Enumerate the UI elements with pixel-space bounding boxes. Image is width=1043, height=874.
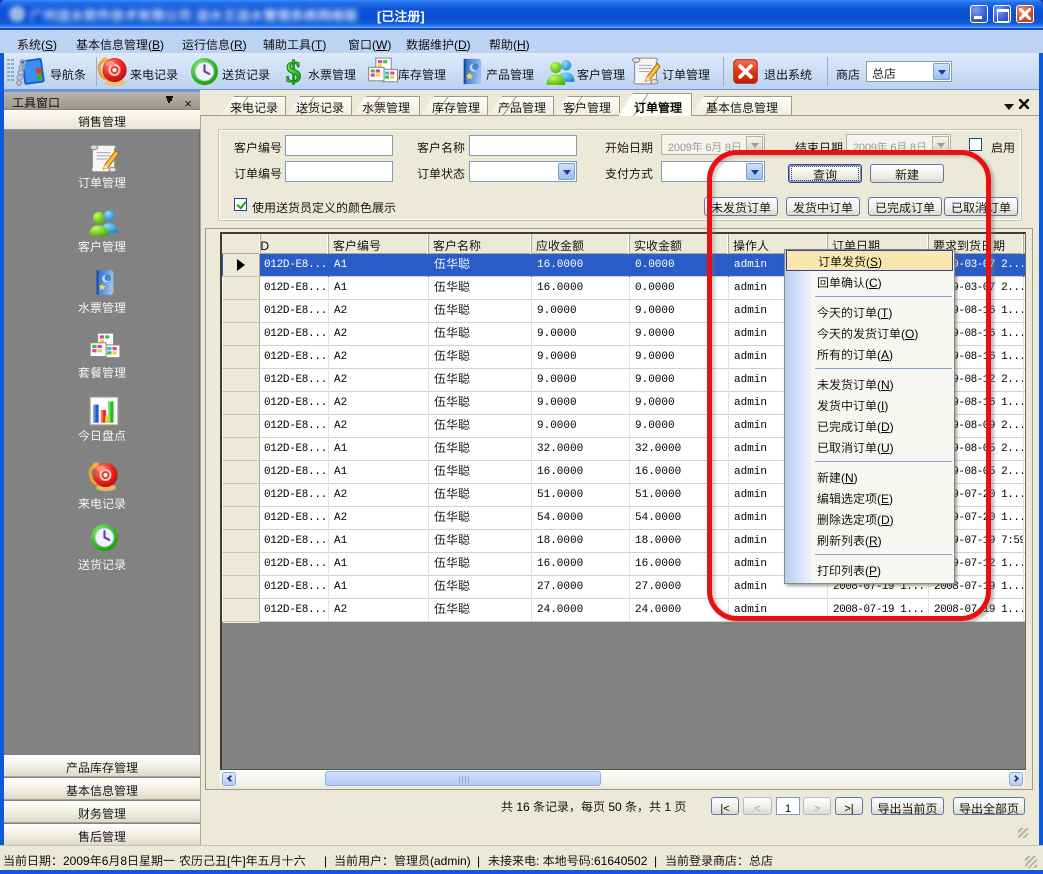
svg-text:$: $ [286,55,302,88]
